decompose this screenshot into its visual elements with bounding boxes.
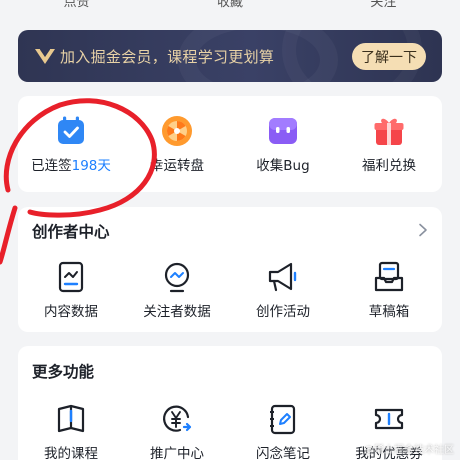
vip-logo-icon: [35, 48, 55, 64]
book-icon: [57, 404, 85, 433]
welfare-exchange-label: 福利兑换: [362, 158, 416, 174]
vip-banner-text: 加入掘金会员，课程学习更划算: [60, 48, 275, 66]
creation-activity-label: 创作活动: [256, 304, 310, 320]
calendar-check-icon: [58, 116, 84, 144]
likes-tab[interactable]: 点赞: [64, 0, 90, 10]
my-courses-item[interactable]: 我的课程: [18, 402, 124, 460]
checkin-streak-count: 198天: [71, 158, 111, 174]
follower-data-label: 关注者数据: [143, 304, 211, 320]
flash-notes-label: 闪念笔记: [256, 446, 310, 460]
lucky-wheel-item[interactable]: 幸运转盘: [124, 114, 230, 184]
drafts-icon: [374, 261, 404, 292]
learn-more-button[interactable]: 了解一下: [352, 43, 426, 70]
profile-stats-tabs: 点赞 收藏 关注: [0, 0, 460, 10]
drafts-item[interactable]: 草稿箱: [336, 260, 442, 330]
collect-bug-label: 收集Bug: [256, 158, 310, 174]
checkin-label: 已连签198天: [18, 154, 124, 174]
collect-bug-item[interactable]: 收集Bug: [230, 114, 336, 184]
yen-promo-icon: [163, 405, 192, 432]
creator-center-card[interactable]: 创作者中心 内容数据 关注者数据 创作活动 草稿箱: [18, 207, 442, 332]
more-features-title: 更多功能: [32, 363, 95, 381]
chevron-right-icon[interactable]: [418, 223, 428, 237]
lucky-wheel-label: 幸运转盘: [150, 158, 204, 174]
checkin-prefix: 已连签: [31, 158, 72, 174]
content-data-label: 内容数据: [44, 304, 98, 320]
coupon-icon: [374, 408, 404, 430]
vip-membership-banner[interactable]: 加入掘金会员，课程学习更划算 了解一下: [18, 30, 442, 82]
megaphone-icon: [268, 262, 297, 292]
bug-robot-icon: [269, 118, 297, 144]
my-courses-label: 我的课程: [44, 446, 98, 460]
favorites-tab[interactable]: 收藏: [217, 0, 243, 10]
content-data-icon: [58, 261, 84, 293]
creator-center-title: 创作者中心: [32, 223, 110, 241]
gift-icon: [374, 118, 404, 145]
promotion-center-label: 推广中心: [150, 446, 204, 460]
welfare-exchange-item[interactable]: 福利兑换: [336, 114, 442, 184]
drafts-label: 草稿箱: [368, 304, 410, 320]
lucky-wheel-icon: [162, 116, 192, 146]
content-data-item[interactable]: 内容数据: [18, 260, 124, 330]
promotion-center-item[interactable]: 推广中心: [124, 402, 230, 460]
flash-notes-item[interactable]: 闪念笔记: [230, 402, 336, 460]
creation-activity-item[interactable]: 创作活动: [230, 260, 336, 330]
follower-data-item[interactable]: 关注者数据: [124, 260, 230, 330]
follower-data-icon: [164, 262, 190, 293]
note-pen-icon: [270, 404, 296, 435]
checkin-item[interactable]: 已连签198天: [18, 114, 124, 184]
watermark: @稀土掘金技术社区: [364, 445, 454, 456]
quick-actions-card: 已连签198天 幸运转盘 收集Bug 福利兑换: [18, 96, 442, 192]
following-tab[interactable]: 关注: [370, 0, 396, 10]
